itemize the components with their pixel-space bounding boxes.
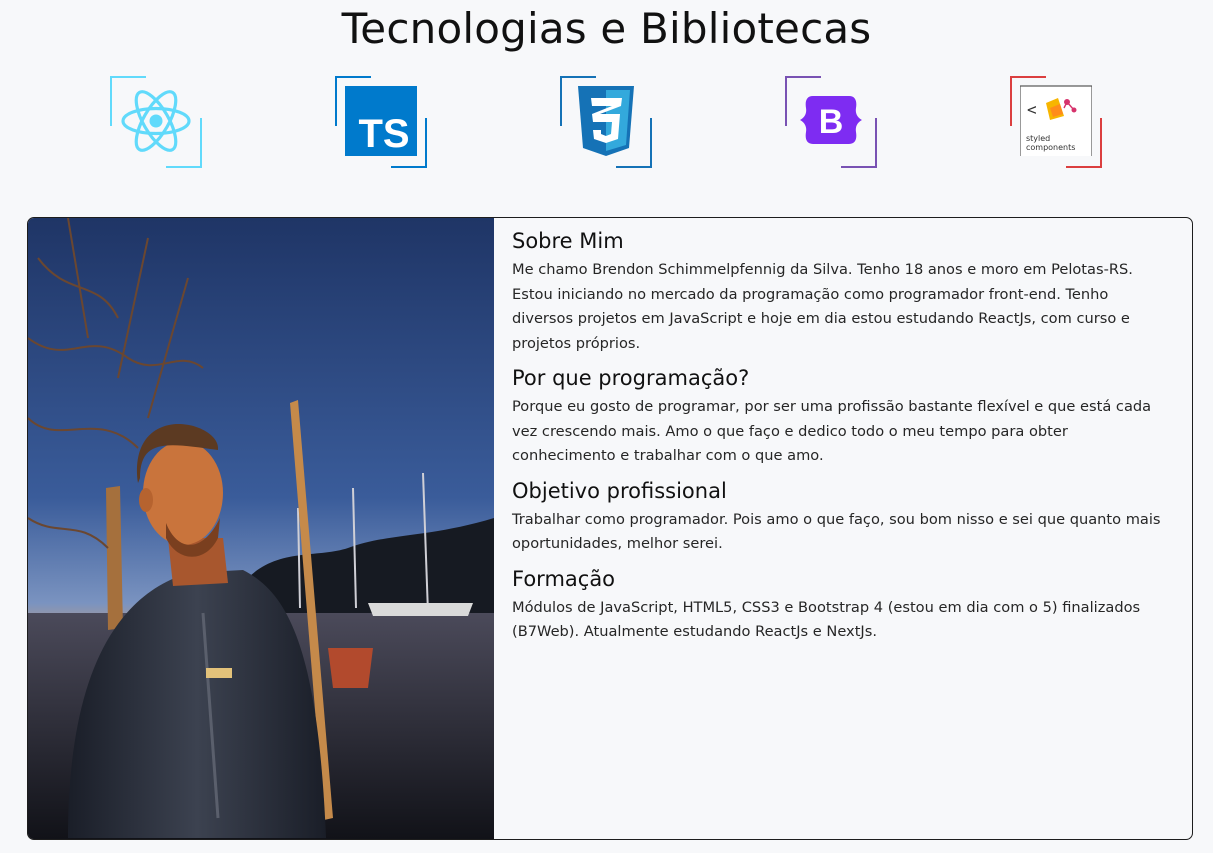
- section-title-professional-goal: Objetivo profissional: [512, 478, 727, 503]
- profile-photo: [28, 218, 494, 839]
- svg-text:styled: styled: [1026, 134, 1050, 143]
- tech-item-typescript: TS: [335, 76, 427, 168]
- styled-components-icon: < styled components: [1020, 85, 1092, 156]
- section-text-about-me: Me chamo Brendon Schimmelpfennig da Silv…: [512, 261, 1133, 352]
- section-title-about-me: Sobre Mim: [512, 229, 624, 253]
- svg-text:TS: TS: [358, 112, 409, 156]
- section-text-professional-goal: Trabalhar como programador. Pois amo o q…: [512, 510, 1161, 553]
- about-content: Sobre Mim Me chamo Brendon Schimmelpfenn…: [512, 228, 1174, 654]
- svg-text:B: B: [819, 103, 844, 141]
- section-title-why-programming: Por que programação?: [512, 366, 750, 390]
- svg-text:<: <: [1027, 100, 1037, 119]
- tech-item-bootstrap: B: [785, 76, 877, 168]
- css3-icon: [578, 86, 634, 156]
- typescript-icon: TS: [345, 86, 417, 156]
- section-title-education: Formação: [512, 566, 616, 591]
- page-title: Tecnologias e Bibliotecas: [341, 4, 872, 53]
- section-text-why-programming: Porque eu gosto de programar, por ser um…: [512, 398, 1152, 464]
- tech-item-styled-components: < styled components: [1010, 76, 1102, 168]
- about-card: Sobre Mim Me chamo Brendon Schimmelpfenn…: [27, 217, 1193, 840]
- svg-text:components: components: [1026, 143, 1075, 152]
- tech-item-react: [110, 76, 202, 168]
- technologies-row: TS B < styled components: [0, 76, 1213, 168]
- bootstrap-icon: B: [800, 96, 862, 144]
- tech-item-css3: [560, 76, 652, 168]
- section-text-education: Módulos de JavaScript, HTML5, CSS3 e Boo…: [512, 598, 1141, 641]
- react-icon: [121, 90, 191, 152]
